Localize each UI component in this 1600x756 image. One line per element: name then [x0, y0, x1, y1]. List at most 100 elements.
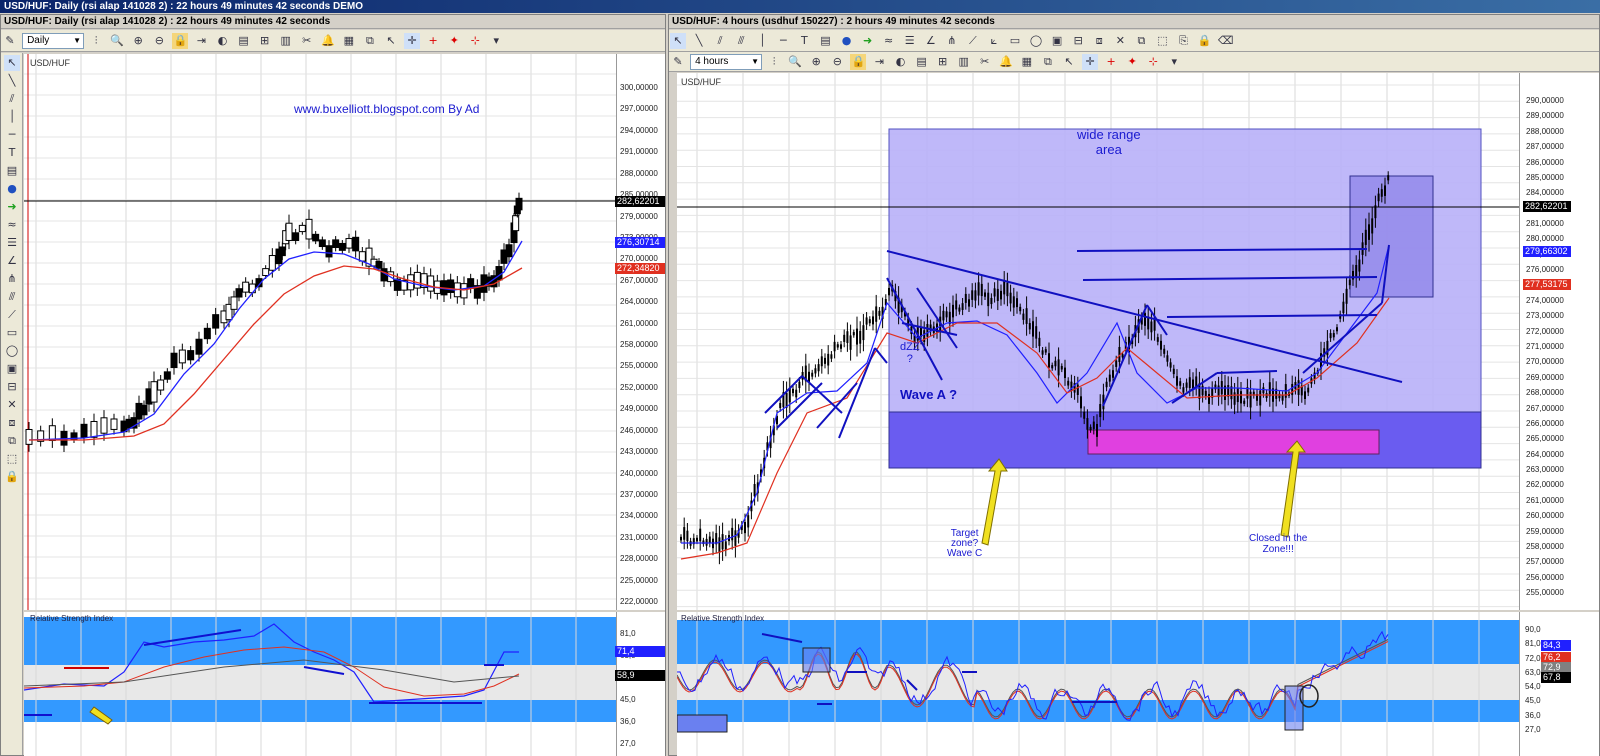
lock-icon[interactable]: 🔒 — [850, 54, 867, 70]
rectangle-tool-icon[interactable]: ▭ — [4, 325, 20, 341]
erase-tool-icon[interactable]: ⌫ — [1218, 33, 1234, 49]
left-chart-window[interactable]: USD/HUF: Daily (rsi alap 141028 2) : 22 … — [0, 14, 666, 756]
crosshair-icon[interactable]: ✛ — [1082, 54, 1099, 70]
angle-tool-icon[interactable]: ⟀ — [986, 33, 1002, 49]
regression-tool-icon[interactable]: ⟋ — [965, 33, 981, 49]
cycle-tool-icon[interactable]: ⊟ — [1070, 33, 1086, 49]
zoom-out-icon[interactable]: ⊖ — [151, 33, 167, 49]
bubble-tool-icon[interactable]: ● — [4, 181, 20, 197]
wave-tool-icon[interactable]: ≈ — [881, 33, 897, 49]
cross-red-2-icon[interactable]: ✦ — [1124, 54, 1140, 70]
cross-red-3-icon[interactable]: ⊹ — [467, 33, 483, 49]
lock-tool-icon[interactable]: 🔒 — [4, 469, 20, 485]
more-icon[interactable]: ▾ — [488, 33, 504, 49]
alert-icon[interactable]: 🔔 — [320, 33, 336, 49]
gann-tool-icon[interactable]: ∠ — [923, 33, 939, 49]
cross-red-icon[interactable]: + — [425, 33, 441, 49]
fib-tool-icon[interactable]: ☰ — [902, 33, 918, 49]
channel-tool-icon[interactable]: ⫻ — [733, 33, 749, 49]
right-rsi-panel[interactable]: Relative Strength Index 90,0 81,0 72,0 63,0… — [677, 612, 1599, 756]
delete-tool-icon[interactable]: ✕ — [1112, 33, 1128, 49]
horizontal-line-icon[interactable]: ─ — [775, 33, 791, 49]
parallel-tool-icon[interactable]: ⫽ — [4, 91, 20, 107]
arrow-tool-icon[interactable]: ➜ — [860, 33, 876, 49]
fib-tool-icon[interactable]: ☰ — [4, 235, 20, 251]
zoom-icon[interactable]: 🔍 — [109, 33, 125, 49]
select-tool-icon[interactable]: ↖ — [4, 55, 20, 71]
cross-red-3-icon[interactable]: ⊹ — [1145, 54, 1161, 70]
tools-icon[interactable]: ✂ — [299, 33, 315, 49]
left-price-chart[interactable]: USD/HUF www.buxelliott.blogspot.com By A… — [24, 54, 665, 610]
delete-tool-icon[interactable]: ✕ — [4, 397, 20, 413]
indicator-icon[interactable]: ▤ — [914, 54, 930, 70]
right-price-chart[interactable]: USD/HUF wide range area dZZ ? Wave A ? T… — [677, 73, 1599, 610]
image-tool-icon[interactable]: ▣ — [1049, 33, 1065, 49]
zoom-in-icon[interactable]: ⊕ — [808, 54, 824, 70]
gann-tool-icon[interactable]: ∠ — [4, 253, 20, 269]
line-tool-icon[interactable]: ╲ — [691, 33, 707, 49]
image-tool-icon[interactable]: ▣ — [4, 361, 20, 377]
group-tool-icon[interactable]: ⧈ — [1091, 33, 1107, 49]
bar-type-icon[interactable]: ⫶ — [766, 54, 782, 70]
horizontal-line-icon[interactable]: ─ — [4, 127, 20, 143]
auto-scroll-icon[interactable]: ⇥ — [193, 33, 209, 49]
wave-tool-icon[interactable]: ≈ — [4, 217, 20, 233]
cursor-icon[interactable]: ↖ — [383, 33, 399, 49]
copy-icon[interactable]: ⧉ — [362, 33, 378, 49]
cursor-icon[interactable]: ↖ — [1061, 54, 1077, 70]
print-icon[interactable]: ▦ — [1019, 54, 1035, 70]
regression-tool-icon[interactable]: ⟋ — [4, 307, 20, 323]
cycle-tool-icon[interactable]: ⊟ — [4, 379, 20, 395]
note-tool-icon[interactable]: ▤ — [4, 163, 20, 179]
template-icon[interactable]: ▥ — [956, 54, 972, 70]
zoom-icon[interactable]: 🔍 — [787, 54, 803, 70]
left-rsi-panel[interactable]: Relative Strength Index 81,063,054,045,0… — [24, 612, 665, 756]
auto-scroll-icon[interactable]: ⇥ — [871, 54, 887, 70]
palette-icon[interactable]: ◐ — [215, 33, 231, 49]
indicator-icon[interactable]: ▤ — [236, 33, 252, 49]
group-tool-icon[interactable]: ⧈ — [4, 415, 20, 431]
vertical-line-icon[interactable]: │ — [754, 33, 770, 49]
parallel-tool-icon[interactable]: ⫽ — [712, 33, 728, 49]
ungroup-tool-icon[interactable]: ⧉ — [4, 433, 20, 449]
copy-icon[interactable]: ⧉ — [1040, 54, 1056, 70]
more-icon[interactable]: ▾ — [1166, 54, 1182, 70]
right-timeframe-select[interactable]: 4 hours ▼ — [690, 54, 763, 70]
cross-red-icon[interactable]: + — [1103, 54, 1119, 70]
text-tool-icon[interactable]: T — [4, 145, 20, 161]
rectangle-tool-icon[interactable]: ▭ — [1007, 33, 1023, 49]
lock-tool-icon[interactable]: 🔒 — [1197, 33, 1213, 49]
zoom-in-icon[interactable]: ⊕ — [130, 33, 146, 49]
ellipse-tool-icon[interactable]: ◯ — [1028, 33, 1044, 49]
ellipse-tool-icon[interactable]: ◯ — [4, 343, 20, 359]
arrow-tool-icon[interactable]: ➜ — [4, 199, 20, 215]
note-tool-icon[interactable]: ▤ — [817, 33, 833, 49]
right-chart-window[interactable]: USD/HUF: 4 hours (usdhuf 150227) : 2 hou… — [668, 14, 1600, 756]
channel-tool-icon[interactable]: ⫻ — [4, 289, 20, 305]
copy-tool-icon[interactable]: ⎘ — [1176, 33, 1192, 49]
object-list-icon[interactable]: ⊞ — [257, 33, 273, 49]
cross-red-2-icon[interactable]: ✦ — [446, 33, 462, 49]
print-icon[interactable]: ▦ — [341, 33, 357, 49]
pitchfork-tool-icon[interactable]: ⋔ — [4, 271, 20, 287]
pin-icon[interactable]: ✎ — [2, 33, 18, 49]
frame-tool-icon[interactable]: ⬚ — [4, 451, 20, 467]
bar-type-icon[interactable]: ⫶ — [88, 33, 104, 49]
zoom-out-icon[interactable]: ⊖ — [829, 54, 845, 70]
line-tool-icon[interactable]: ╲ — [4, 73, 20, 89]
frame-tool-icon[interactable]: ⬚ — [1154, 33, 1170, 49]
palette-icon[interactable]: ◐ — [893, 54, 909, 70]
left-timeframe-select[interactable]: Daily ▼ — [22, 33, 85, 49]
bubble-tool-icon[interactable]: ● — [839, 33, 855, 49]
object-list-icon[interactable]: ⊞ — [935, 54, 951, 70]
tools-icon[interactable]: ✂ — [977, 54, 993, 70]
alert-icon[interactable]: 🔔 — [998, 54, 1014, 70]
select-tool-icon[interactable]: ↖ — [670, 33, 686, 49]
pitchfork-tool-icon[interactable]: ⋔ — [944, 33, 960, 49]
crosshair-icon[interactable]: ✛ — [404, 33, 421, 49]
pin-icon[interactable]: ✎ — [670, 54, 686, 70]
lock-icon[interactable]: 🔒 — [172, 33, 189, 49]
duplicate-tool-icon[interactable]: ⧉ — [1133, 33, 1149, 49]
template-icon[interactable]: ▥ — [278, 33, 294, 49]
vertical-line-icon[interactable]: │ — [4, 109, 20, 125]
